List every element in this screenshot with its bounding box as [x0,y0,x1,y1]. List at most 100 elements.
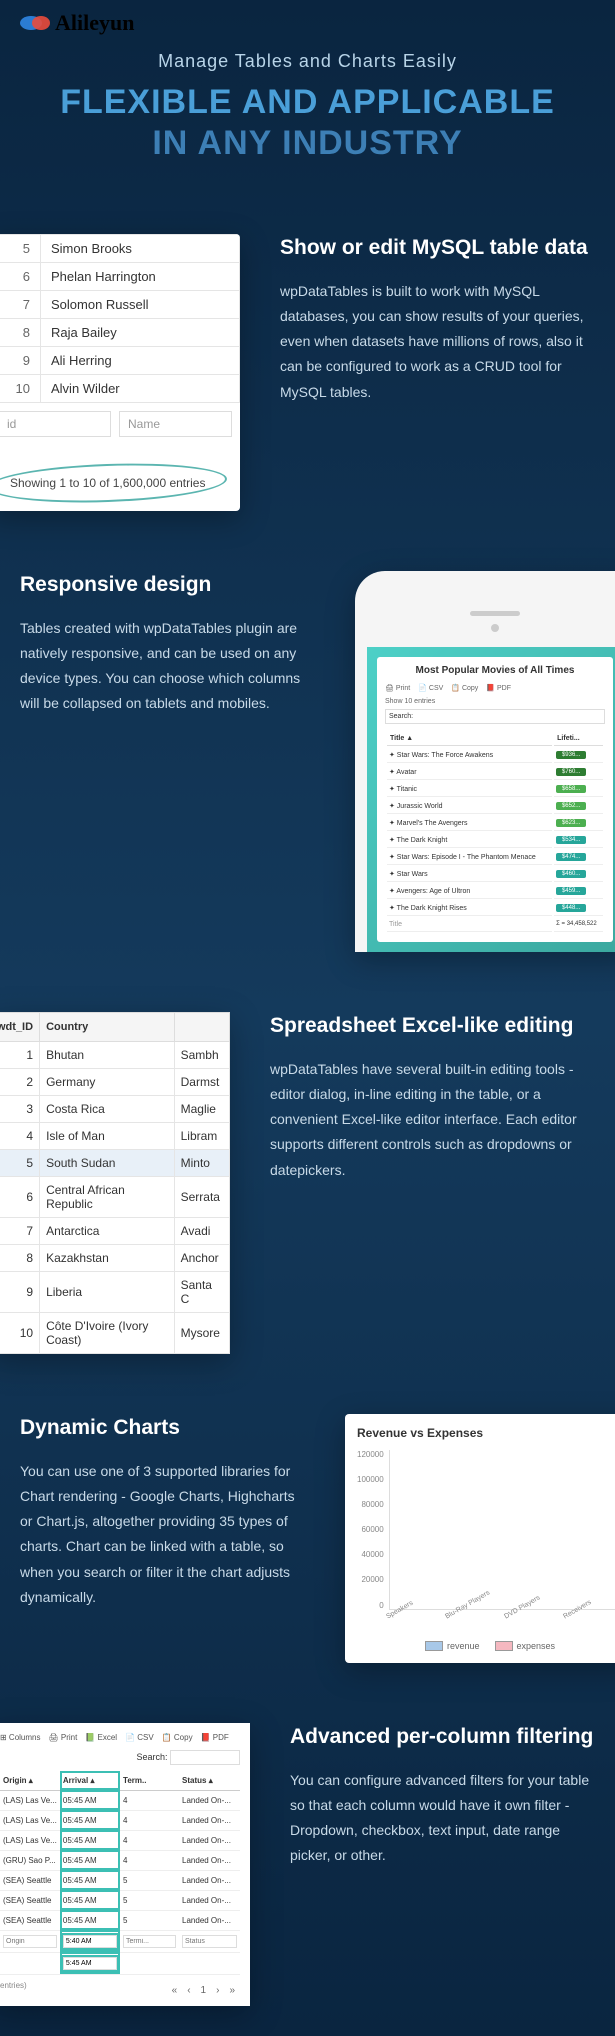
cell-city[interactable]: Mysore [174,1312,229,1353]
toolbar-button[interactable]: 📕 PDF [201,1733,229,1742]
cell-country[interactable]: South Sudan [40,1149,175,1176]
pager-button[interactable]: 1 [196,1983,212,1998]
cell-city[interactable]: Sambh [174,1041,229,1068]
cell-country[interactable]: Antarctica [40,1217,175,1244]
cell-origin: (LAS) Las Ve... [0,1830,60,1850]
movie-title[interactable]: ✦ Marvel's The Avengers [387,816,552,831]
cell-city[interactable]: Darmst [174,1068,229,1095]
cell-country[interactable]: Kazakhstan [40,1244,175,1271]
section-body: Tables created with wpDataTables plugin … [20,616,315,717]
search-input[interactable]: Search: [385,709,605,724]
cell-arrival: 05:45 AM [60,1830,120,1850]
legend-item[interactable]: expenses [495,1641,556,1651]
filter-status[interactable] [182,1935,237,1948]
col-header[interactable]: Origin ▴ [0,1771,60,1791]
cell-id[interactable]: 7 [0,1217,40,1244]
cell-id[interactable]: 2 [0,1068,40,1095]
cell-id[interactable]: 6 [0,1176,40,1217]
filter-name-input[interactable]: Name [119,411,232,437]
movie-title[interactable]: ✦ Star Wars: Episode I - The Phantom Men… [387,850,552,865]
pager-button[interactable]: ‹ [182,1983,195,1998]
pager-button[interactable]: » [224,1983,240,1998]
movie-title[interactable]: ✦ Avengers: Age of Ultron [387,884,552,899]
cell-id[interactable]: 9 [0,1271,40,1312]
show-entries[interactable]: Show 10 entries [385,698,605,705]
movie-title[interactable]: ✦ Star Wars [387,867,552,882]
movie-title[interactable]: ✦ Star Wars: The Force Awakens [387,748,552,763]
filter-id-input[interactable]: id [0,411,111,437]
cell-country[interactable]: Bhutan [40,1041,175,1068]
cell-country[interactable]: Central African Republic [40,1176,175,1217]
foot-sum: Σ = 34,458,522 [554,918,603,932]
cell-id[interactable]: 10 [0,1312,40,1353]
foot-title[interactable]: Title [387,918,552,932]
pager-button[interactable]: › [211,1983,224,1998]
cell-status: Landed On-... [179,1910,240,1930]
col-lifetime[interactable]: Lifeti... [554,732,603,746]
filter-from[interactable] [63,1935,117,1948]
cell-country[interactable]: Liberia [40,1271,175,1312]
legend-item[interactable]: revenue [425,1641,480,1651]
cell-id[interactable]: 3 [0,1095,40,1122]
col-title[interactable]: Title ▲ [387,732,552,746]
toolbar-button[interactable]: 📋 Copy [162,1733,193,1742]
cell-terminal: 5 [120,1890,179,1910]
movie-title[interactable]: ✦ The Dark Knight [387,833,552,848]
col-header[interactable]: Term.. [120,1771,179,1791]
filter-to[interactable] [63,1957,117,1970]
cell-id[interactable]: 5 [0,1149,40,1176]
cell-city[interactable]: Maglie [174,1095,229,1122]
cell-city[interactable]: Minto [174,1149,229,1176]
cell-arrival: 05:45 AM [60,1850,120,1870]
movie-title[interactable]: ✦ Jurassic World [387,799,552,814]
filter-term[interactable] [123,1935,176,1948]
y-tick: 80000 [357,1500,384,1509]
cell-country[interactable]: Germany [40,1068,175,1095]
col-country[interactable]: Country [40,1012,175,1041]
col-header[interactable]: Arrival ▴ [60,1771,120,1791]
y-tick: 20000 [357,1575,384,1584]
cell-id[interactable]: 8 [0,1244,40,1271]
cell-id[interactable]: 4 [0,1122,40,1149]
cell-status: Landed On-... [179,1890,240,1910]
cell-status: Landed On-... [179,1790,240,1810]
toolbar-button[interactable]: 📋 Copy [451,684,478,692]
toolbar-button[interactable]: ⊞ Columns [0,1733,41,1742]
movie-value: $652... [554,799,603,814]
cell-city[interactable]: Libram [174,1122,229,1149]
cell-country[interactable]: Costa Rica [40,1095,175,1122]
toolbar-button[interactable]: 📄 CSV [418,684,443,692]
cell-city[interactable]: Serrata [174,1176,229,1217]
toolbar-button[interactable]: 📄 CSV [125,1733,154,1742]
movie-value: $474... [554,850,603,865]
toolbar-button[interactable]: 📕 PDF [486,684,511,692]
entries-count: Showing 1 to 10 of 1,600,000 entries [0,470,215,496]
cell-terminal: 4 [120,1850,179,1870]
col-header[interactable]: Status ▴ [179,1771,240,1791]
cell-id[interactable]: 1 [0,1041,40,1068]
cell-city[interactable]: Anchor [174,1244,229,1271]
section-body: wpDataTables have several built-in editi… [270,1057,595,1183]
filter-origin[interactable] [3,1935,57,1948]
movie-title[interactable]: ✦ Avatar [387,765,552,780]
search-input[interactable] [170,1750,240,1765]
cell-origin: (SEA) Seattle [0,1910,60,1930]
section-body: You can use one of 3 supported libraries… [20,1459,305,1610]
cell-country[interactable]: Côte D'Ivoire (Ivory Coast) [40,1312,175,1353]
col-city[interactable] [174,1012,229,1041]
cell-arrival: 05:45 AM [60,1870,120,1890]
cell-country[interactable]: Isle of Man [40,1122,175,1149]
col-id[interactable]: wdt_ID [0,1012,40,1041]
search-label: Search: [136,1752,167,1762]
row-name: Simon Brooks [41,234,240,262]
movie-value: $658... [554,782,603,797]
movie-title[interactable]: ✦ Titanic [387,782,552,797]
row-id: 7 [0,290,41,318]
toolbar-button[interactable]: 📗 Excel [85,1733,117,1742]
cell-city[interactable]: Santa C [174,1271,229,1312]
movie-title[interactable]: ✦ The Dark Knight Rises [387,901,552,916]
toolbar-button[interactable]: 🖨 Print [385,684,410,692]
cell-city[interactable]: Avadi [174,1217,229,1244]
pager-button[interactable]: « [167,1983,183,1998]
toolbar-button[interactable]: 🖨 Print [49,1733,78,1742]
